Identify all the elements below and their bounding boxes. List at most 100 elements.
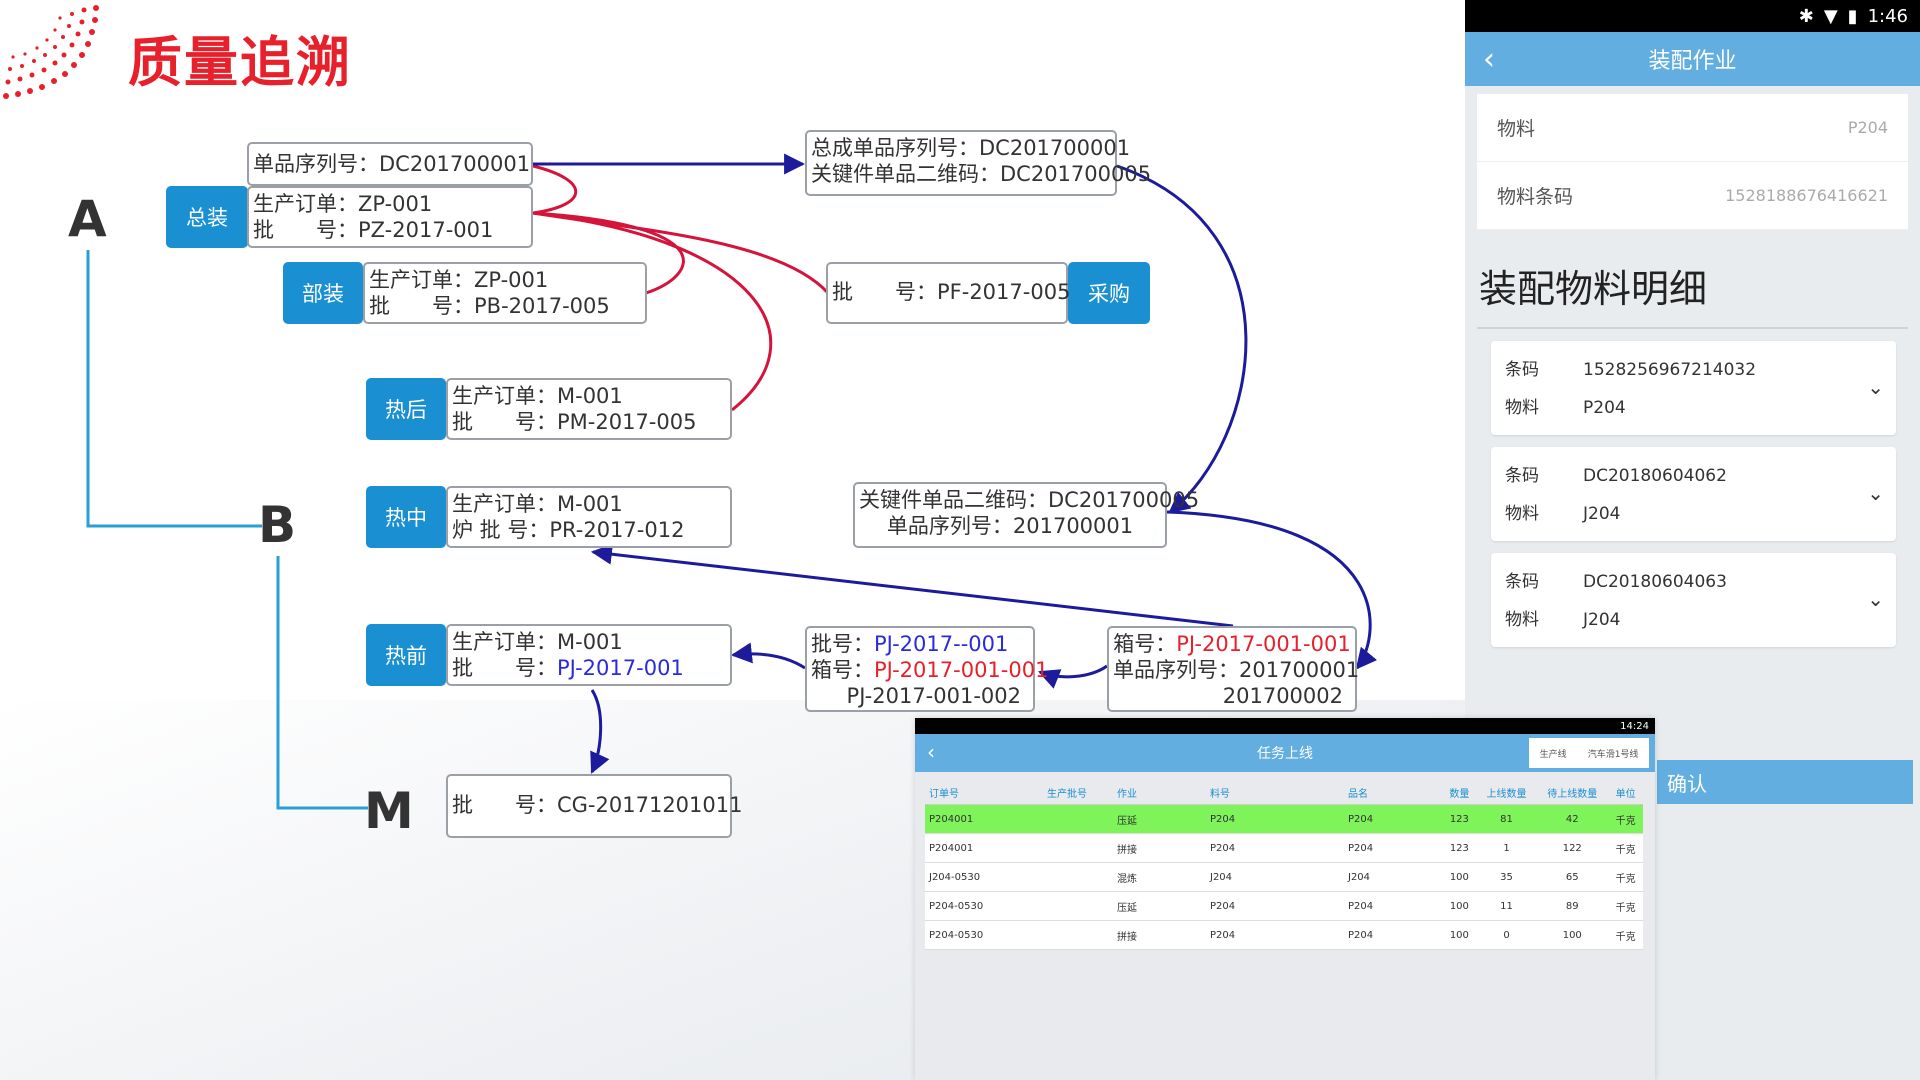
chevron-down-icon[interactable]: ⌄	[1867, 375, 1884, 399]
tag-caigou: 采购	[1068, 262, 1150, 324]
item-material-label: 物料	[1505, 398, 1539, 418]
table-cell	[1043, 833, 1113, 863]
item-barcode-row: 条码 DC20180604063	[1505, 567, 1727, 592]
table-cell: P204-0530	[925, 920, 1043, 950]
node-zongzhuang-order: 生产订单：ZP-001	[253, 192, 433, 216]
table-row[interactable]: P204001 压延 P204 P204 123 81 42 千克	[925, 804, 1643, 834]
table-cell: P204-0530	[925, 891, 1043, 921]
field-material[interactable]: 物料 P204	[1477, 94, 1908, 162]
table-cell: P204	[1344, 804, 1442, 834]
node-buzhuang-order: 生产订单：ZP-001	[369, 268, 549, 292]
chevron-down-icon[interactable]: ⌄	[1867, 587, 1884, 611]
production-line-selector[interactable]: 生产线 汽车滑1号线	[1529, 738, 1649, 768]
table-row[interactable]: P204-0530 拼接 P204 P204 100 0 100 千克	[925, 920, 1643, 950]
table-row[interactable]: J204-0530 混炼 J204 J204 100 35 65 千克	[925, 862, 1643, 892]
node-mid-batch: 批号：PJ-2017--001	[811, 631, 1029, 657]
node-rehou-order: 生产订单：M-001	[452, 384, 623, 408]
chevron-down-icon[interactable]: ⌄	[1867, 481, 1884, 505]
field-material-barcode-label: 物料条码	[1497, 186, 1574, 208]
node-box-number-value: PJ-2017-001-001	[1176, 632, 1351, 656]
node-rezhong-batch: 炉 批 号：PR-2017-012	[452, 518, 685, 542]
list-item[interactable]: 条码 1528256967214032 物料 P204 ⌄	[1491, 341, 1896, 435]
arrow-reqian-to-m	[590, 689, 610, 774]
production-line-value: 汽车滑1号线	[1587, 749, 1639, 760]
table-cell: 0	[1476, 920, 1537, 950]
phone-time: 1:46	[1867, 5, 1908, 27]
table-cell: J204	[1344, 862, 1442, 892]
tag-rezhong: 热中	[366, 486, 446, 548]
tablet-status-bar: 14:24	[915, 718, 1655, 734]
table-cell: 123	[1442, 833, 1477, 863]
table-cell: 11	[1476, 891, 1537, 921]
label-a: A	[68, 190, 107, 248]
table-cell: 122	[1536, 833, 1609, 863]
list-item[interactable]: 条码 DC20180604062 物料 J204 ⌄	[1491, 447, 1896, 541]
table-cell: 拼接	[1113, 833, 1206, 863]
table-cell: P204	[1206, 804, 1344, 834]
table-cell: 千克	[1608, 862, 1643, 892]
table-cell: 千克	[1608, 920, 1643, 950]
table-cell: J204-0530	[925, 862, 1043, 892]
table-cell: 千克	[1608, 804, 1643, 834]
node-mid-box-label: 箱号：	[811, 658, 874, 682]
node-mid-batch-label: 批号：	[811, 632, 874, 656]
confirm-button[interactable]: 确认	[1657, 760, 1913, 804]
node-zongzhuang: 生产订单：ZP-001 批 号：PZ-2017-001	[247, 186, 533, 248]
table-row[interactable]: P204-0530 压延 P204 P204 100 11 89 千克	[925, 891, 1643, 921]
table-header: 料号	[1206, 780, 1344, 805]
node-rezhong: 生产订单：M-001 炉 批 号：PR-2017-012	[446, 486, 732, 548]
node-box-number-label: 箱号：	[1113, 632, 1177, 656]
task-table: 订单号 生产批号 作业 料号 品名 数量 上线数量 待上线数量 单位 P2040…	[925, 780, 1643, 950]
table-cell: 混炼	[1113, 862, 1206, 892]
label-b: B	[258, 496, 297, 554]
back-arrow-icon[interactable]: ‹	[927, 740, 935, 764]
node-box-serial: 单品序列号：201700001	[1113, 658, 1360, 682]
battery-icon: ▮	[1847, 5, 1858, 27]
production-line-label: 生产线	[1539, 749, 1567, 760]
item-material-row: 物料 P204	[1505, 393, 1626, 418]
node-buzhuang-batch: 批 号：PB-2017-005	[369, 294, 610, 318]
node-assembly: 总成单品序列号：DC201700001 关键件单品二维码：DC201700005	[805, 130, 1151, 196]
arrow-box-to-mid	[1038, 664, 1108, 689]
phone-field-card: 物料 P204 物料条码 1528188676416621	[1477, 94, 1908, 230]
node-zongzhuang-batch: 批 号：PZ-2017-001	[253, 218, 494, 242]
table-cell: 千克	[1608, 891, 1643, 921]
node-box-number: 箱号：PJ-2017-001-001	[1113, 631, 1351, 657]
node-reqian-batch: 批 号：PJ-2017-001	[452, 655, 726, 681]
node-caigou: 批 号：PF-2017-005	[826, 262, 1070, 324]
list-item[interactable]: 条码 DC20180604063 物料 J204 ⌄	[1491, 553, 1896, 647]
table-header: 订单号	[925, 780, 1043, 805]
table-row[interactable]: P204001 拼接 P204 P204 123 1 122 千克	[925, 833, 1643, 863]
section-divider	[1477, 327, 1908, 329]
field-material-label: 物料	[1497, 118, 1536, 140]
table-cell: P204	[1344, 920, 1442, 950]
node-rezhong-order: 生产订单：M-001	[452, 492, 623, 516]
node-rehou: 生产订单：M-001 批 号：PM-2017-005	[446, 378, 732, 440]
item-barcode-label: 条码	[1505, 466, 1539, 486]
item-material-label: 物料	[1505, 610, 1539, 630]
field-material-barcode-value: 1528188676416621	[1725, 186, 1888, 205]
field-material-barcode[interactable]: 物料条码 1528188676416621	[1477, 162, 1908, 230]
table-header: 作业	[1113, 780, 1206, 805]
arrow-mid-to-reqian	[730, 642, 806, 670]
tablet-time: 14:24	[1620, 720, 1649, 732]
tag-buzhuang: 部装	[283, 262, 363, 324]
table-cell: 100	[1536, 920, 1609, 950]
tag-zongzhuang: 总装	[166, 186, 248, 248]
item-barcode-value: DC20180604062	[1583, 466, 1727, 486]
section-title: 装配物料明细	[1479, 267, 1708, 311]
arrow-box-to-rezhong	[590, 543, 1234, 628]
table-cell: 42	[1536, 804, 1609, 834]
table-header: 待上线数量	[1536, 780, 1609, 805]
item-material-value: J204	[1583, 504, 1621, 524]
item-barcode-row: 条码 DC20180604062	[1505, 461, 1727, 486]
table-header: 生产批号	[1043, 780, 1113, 805]
item-material-value: P204	[1583, 398, 1626, 418]
item-barcode-label: 条码	[1505, 572, 1539, 592]
table-cell: 123	[1442, 804, 1477, 834]
node-reqian-batch-value: PJ-2017-001	[557, 656, 684, 680]
item-barcode-value: DC20180604063	[1583, 572, 1727, 592]
node-reqian-order: 生产订单：M-001	[452, 630, 623, 654]
node-assembly-serial: 总成单品序列号：DC201700001	[811, 136, 1131, 160]
back-arrow-icon[interactable]: ‹	[1483, 42, 1495, 77]
